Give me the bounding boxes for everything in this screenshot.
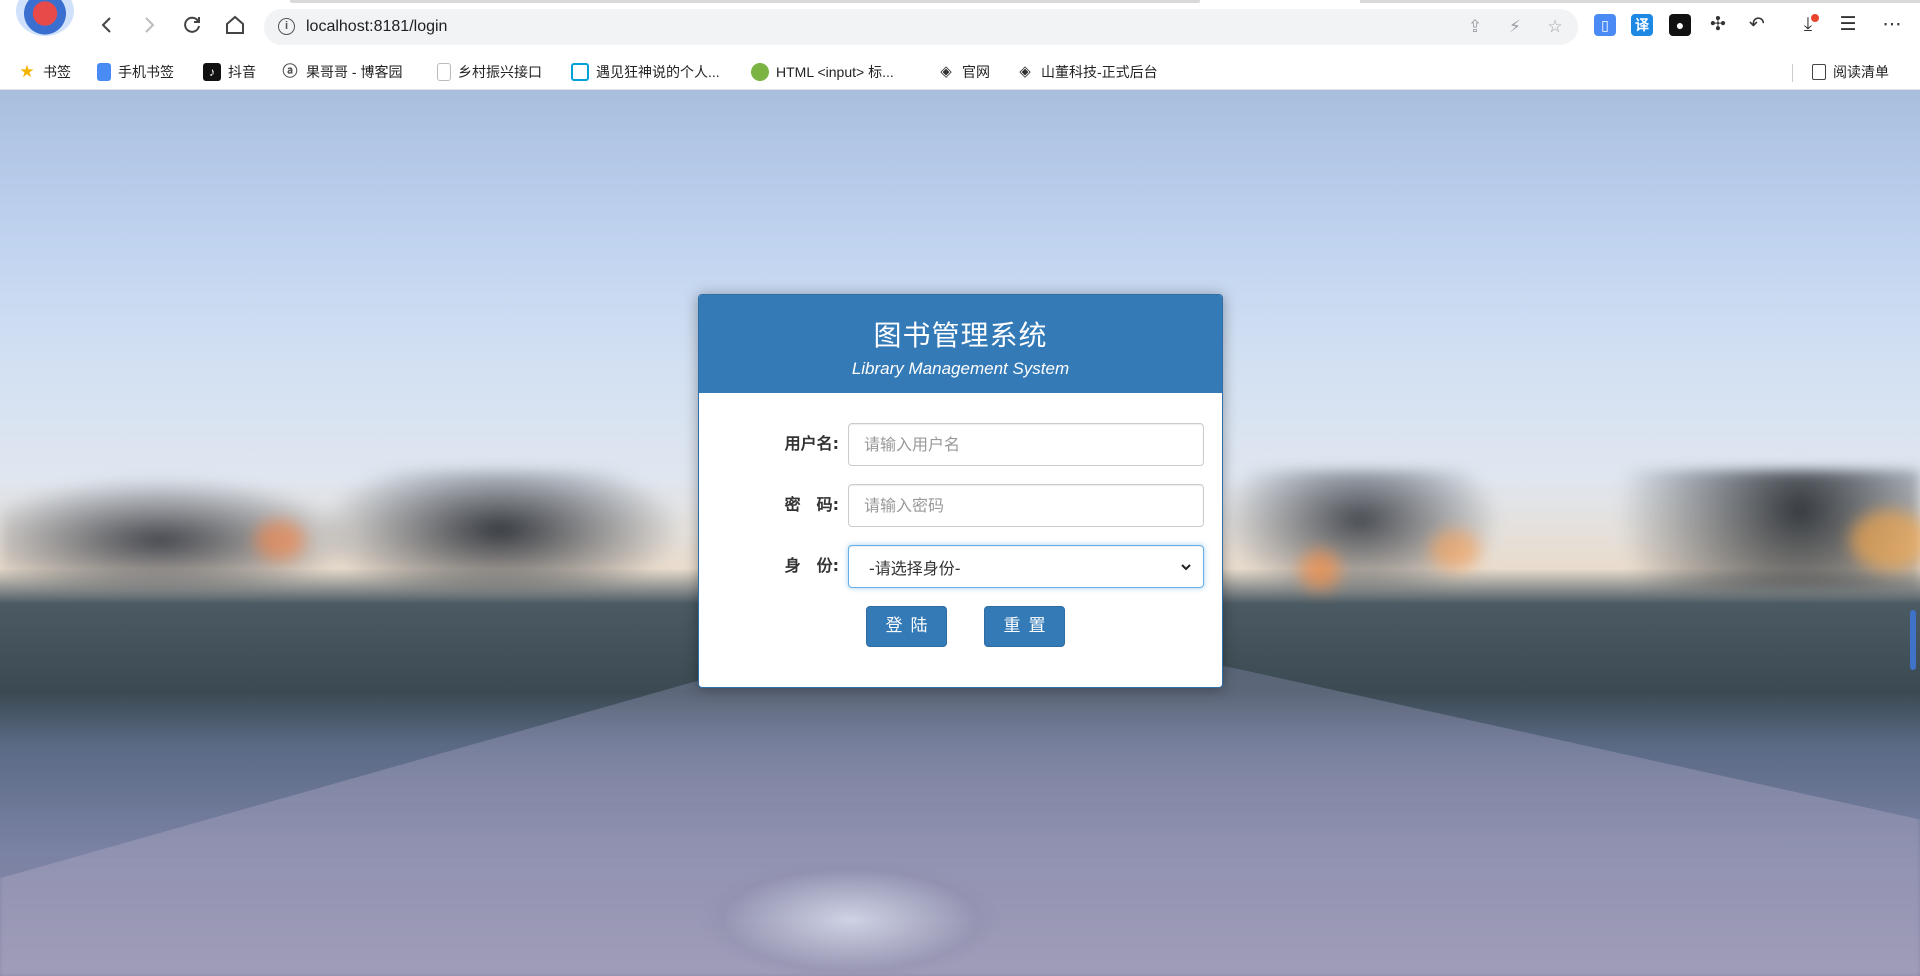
tab-strip-secondary[interactable] [1360,0,1920,3]
background-light [1850,510,1920,570]
chevron-down-icon [1181,563,1191,570]
logo-icon: ◈ [1019,63,1031,80]
bookmark-item[interactable]: HTML <input> 标... [751,54,894,90]
address-bar[interactable]: i localhost:8181/login ⇪ ⚡ ☆ [264,9,1578,45]
site-info-icon[interactable]: i [278,18,295,35]
password-row: 密 码: [699,484,1222,527]
star-icon: ★ [19,62,35,81]
bookmark-label: HTML <input> 标... [776,64,894,80]
page-viewport: 图书管理系统 Library Management System 用户名: 密 … [0,90,1920,976]
browser-toolbar: i localhost:8181/login ⇪ ⚡ ☆ ▯ 译 ● ✣ ↶ ⤓… [0,0,1920,54]
undo-history-icon[interactable]: ↶ [1744,12,1770,38]
login-button[interactable]: 登陆 [866,606,947,647]
home-icon [226,15,244,34]
background-leaf [700,860,1000,976]
password-input[interactable] [848,484,1204,527]
bookmark-label: 乡村振兴接口 [458,64,542,80]
forward-button[interactable] [136,12,162,38]
login-panel: 图书管理系统 Library Management System 用户名: 密 … [698,294,1223,688]
scrollbar-thumb[interactable] [1910,610,1916,670]
role-select[interactable]: -请选择身份- [848,545,1204,588]
chevron-left-icon [101,17,111,33]
username-label: 用户名: [784,434,839,453]
extensions-puzzle-icon[interactable]: ✣ [1705,12,1731,38]
lightning-icon[interactable]: ⚡ [1504,16,1526,38]
background-light [255,520,305,560]
bookmark-label: 抖音 [228,64,256,80]
bookmark-label: 官网 [962,64,990,80]
role-row: 身 份: -请选择身份- [699,545,1222,588]
bookmark-item[interactable]: 手机书签 [97,54,174,90]
phone-bookmark-icon [97,63,111,81]
bookmark-label: 果哥哥 - 博客园 [306,64,403,80]
cnblogs-icon: ⓐ [282,63,298,80]
translate-extension-icon[interactable]: 译 [1631,14,1653,36]
bookmark-item[interactable]: 乡村振兴接口 [437,54,542,90]
profile-avatar[interactable] [14,0,76,38]
username-input[interactable] [848,423,1204,466]
share-icon[interactable]: ⇪ [1464,16,1486,38]
playlist-icon[interactable]: ☰ [1835,12,1861,38]
bookmarks-divider [1792,64,1793,82]
mask-extension-icon[interactable]: ● [1669,14,1691,36]
bookmark-item[interactable]: 遇见狂神说的个人... [571,54,720,90]
tab-strip[interactable] [290,0,1200,3]
role-selected-value: -请选择身份- [869,558,961,578]
reading-list-button[interactable]: 阅读清单 [1812,54,1889,90]
password-label: 密 码: [784,495,839,514]
home-button[interactable] [222,12,248,38]
douyin-icon: ♪ [203,63,221,81]
reload-icon [184,16,200,33]
role-label: 身 份: [784,556,839,575]
bookmark-label: 手机书签 [118,64,174,80]
bookmark-label: 遇见狂神说的个人... [596,64,720,80]
reset-button[interactable]: 重置 [984,606,1065,647]
background-light [1300,550,1340,590]
bookmark-label: 山董科技-正式后台 [1041,64,1158,80]
mouse-extension-icon[interactable]: ▯ [1594,14,1616,36]
back-button[interactable] [94,12,120,38]
bookmark-item[interactable]: ★ 书签 [18,54,71,90]
bookmark-item[interactable]: ◈ 山董科技-正式后台 [1016,54,1158,90]
bookmark-star-icon[interactable]: ☆ [1544,16,1566,38]
logo-icon: ◈ [940,63,952,80]
reading-list-icon [1812,64,1826,80]
bilibili-icon [571,63,589,81]
page-icon [437,63,451,81]
background-light [1430,530,1480,570]
more-menu-icon[interactable]: ⋯ [1879,12,1905,38]
bookmark-item[interactable]: ◈ 官网 [937,54,990,90]
login-title: 图书管理系统 [873,319,1048,352]
chevron-right-icon [145,17,155,33]
reading-list-label: 阅读清单 [1833,64,1889,80]
bookmark-item[interactable]: ⓐ 果哥哥 - 博客园 [281,54,402,90]
login-subtitle: Library Management System [851,359,1070,378]
address-url[interactable]: localhost:8181/login [306,18,447,36]
reload-button[interactable] [179,12,205,38]
username-row: 用户名: [699,423,1222,466]
login-header: 图书管理系统 Library Management System [699,295,1222,393]
bookmark-item[interactable]: ♪ 抖音 [203,54,256,90]
download-badge [1811,14,1819,22]
bookmark-label: 书签 [43,64,71,80]
runoob-icon [751,63,769,81]
bookmarks-bar: ★ 书签 手机书签 ♪ 抖音 ⓐ 果哥哥 - 博客园 乡村振兴接口 遇见狂神说的… [0,54,1920,90]
